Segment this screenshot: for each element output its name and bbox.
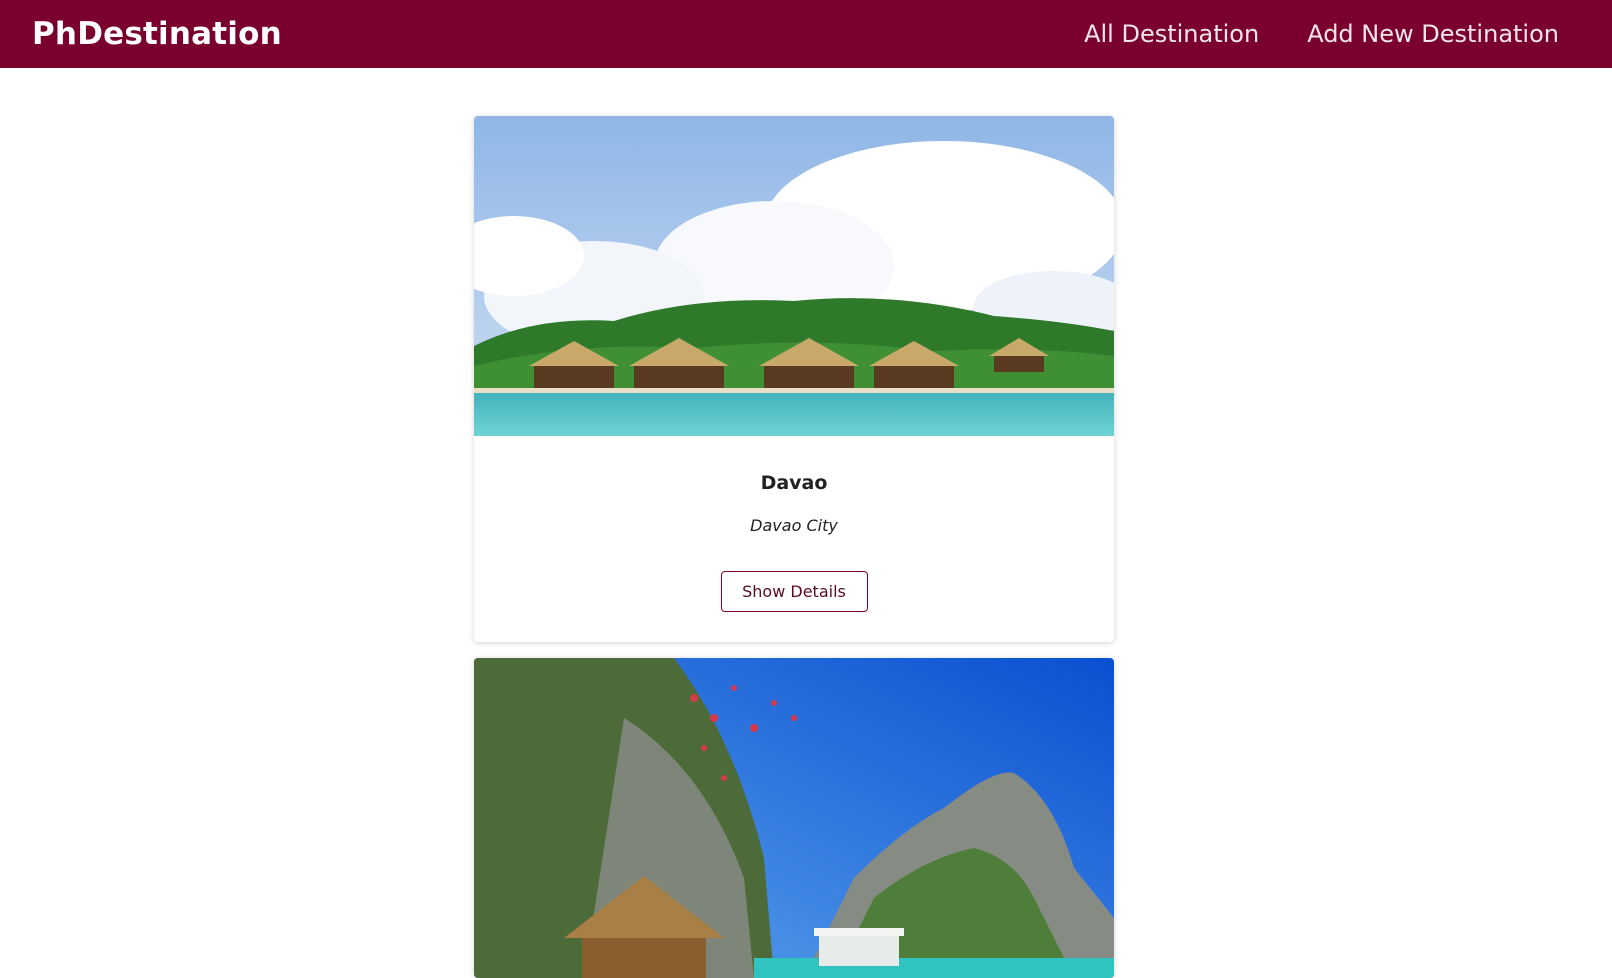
nav-links: All Destination Add New Destination	[1084, 20, 1559, 48]
destination-name: Davao	[760, 472, 828, 494]
show-details-button[interactable]: Show Details	[720, 571, 868, 612]
navbar: PhDestination All Destination Add New De…	[0, 0, 1612, 68]
destination-image	[474, 116, 1114, 436]
brand-logo[interactable]: PhDestination	[32, 16, 282, 52]
card-body: Davao Davao City Show Details	[474, 436, 1114, 612]
nav-add-new-destination[interactable]: Add New Destination	[1307, 20, 1559, 48]
destination-card	[474, 658, 1114, 978]
nav-all-destination[interactable]: All Destination	[1084, 20, 1259, 48]
destination-location: Davao City	[750, 516, 838, 535]
destination-image	[474, 658, 1114, 978]
destination-card: Davao Davao City Show Details	[474, 116, 1114, 642]
